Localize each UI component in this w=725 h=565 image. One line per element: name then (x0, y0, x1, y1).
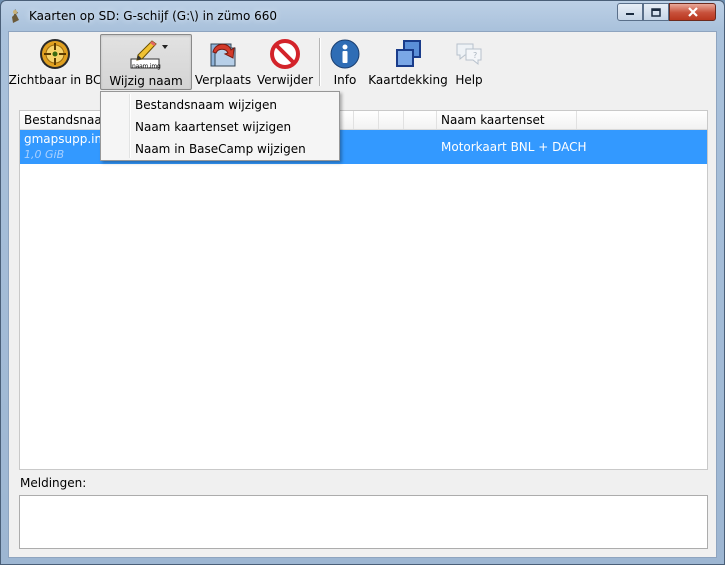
delete-button[interactable]: Verwijder (257, 34, 313, 90)
maximize-icon (651, 7, 661, 17)
minimize-icon (626, 13, 634, 15)
minimize-button[interactable] (617, 3, 643, 21)
close-icon (687, 7, 698, 17)
messages-box[interactable] (19, 495, 708, 549)
info-button[interactable]: Info (325, 34, 365, 90)
row-filesize: 1,0 GiB (24, 148, 65, 161)
title-bar[interactable]: Kaarten op SD: G-schijf (G:\) in zümo 66… (1, 1, 724, 31)
map-coverage-icon (396, 40, 421, 67)
info-label: Info (333, 73, 357, 87)
visible-in-bc-label: Zichtbaar in BC (8, 73, 102, 87)
map-coverage-label: Kaartdekking (368, 73, 448, 87)
move-button[interactable]: Verplaats (195, 34, 251, 90)
toolbar: Zichtbaar in BC naam.img Wijzig naam Ver… (9, 32, 716, 92)
rename-dropdown-menu: Bestandsnaam wijzigen Naam kaartenset wi… (100, 91, 340, 161)
toolbar-separator (319, 38, 321, 86)
no-entry-icon (270, 39, 300, 69)
column-blank-2[interactable] (354, 111, 379, 129)
info-icon (330, 39, 360, 69)
column-blank-4[interactable] (404, 111, 437, 129)
column-blank-3[interactable] (379, 111, 404, 129)
column-mapset-name[interactable]: Naam kaartenset (437, 111, 577, 129)
maximize-button[interactable] (643, 3, 669, 21)
menu-item-rename-file[interactable]: Bestandsnaam wijzigen (135, 98, 277, 112)
close-button[interactable] (669, 3, 716, 21)
help-label: Help (455, 73, 483, 87)
delete-label: Verwijder (257, 73, 314, 87)
app-icon (12, 9, 19, 23)
help-button[interactable]: ? Help (449, 34, 489, 90)
maps-list[interactable]: Bestandsnaam Naam kaartenset gmapsupp.im… (19, 110, 708, 470)
messages-label: Meldingen: (20, 476, 87, 490)
app-window: Kaarten op SD: G-schijf (G:\) in zümo 66… (0, 0, 725, 565)
window-title: Kaarten op SD: G-schijf (G:\) in zümo 66… (29, 9, 278, 23)
move-label: Verplaats (194, 73, 252, 87)
row-mapset-name: Motorkaart BNL + DACH (441, 140, 587, 154)
help-icon: ? (456, 43, 482, 66)
menu-item-rename-basecamp[interactable]: Naam in BaseCamp wijzigen (135, 142, 306, 156)
map-coverage-button[interactable]: Kaartdekking (368, 34, 448, 90)
move-arrow-icon (210, 43, 236, 67)
menu-item-rename-mapset[interactable]: Naam kaartenset wijzigen (135, 120, 291, 134)
svg-text:?: ? (473, 51, 477, 60)
crosshair-target-icon (40, 39, 70, 69)
visible-in-bc-button[interactable]: Zichtbaar in BC (9, 34, 101, 90)
rename-label: Wijzig naam (109, 74, 183, 88)
rename-icon-text: naam.img (132, 63, 161, 70)
rename-button[interactable]: naam.img Wijzig naam (100, 34, 192, 90)
menu-gutter (129, 94, 131, 158)
